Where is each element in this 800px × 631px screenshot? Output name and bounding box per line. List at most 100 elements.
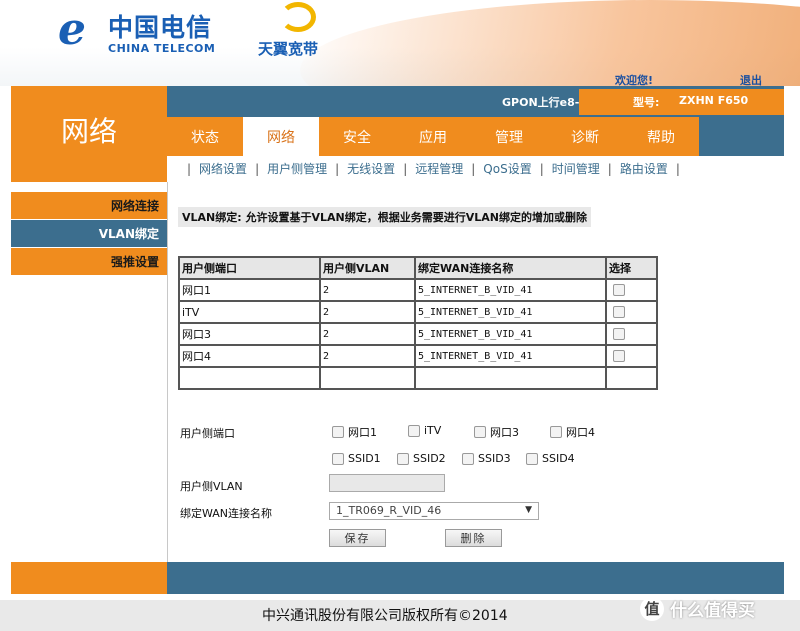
gpon-label: GPON上行e8-C [502, 96, 588, 109]
port-checkbox-lan1[interactable]: 网口1 [332, 424, 377, 440]
dropdown-arrow-icon: ▼ [525, 505, 532, 515]
column-header: 用户侧端口 [178, 256, 321, 280]
checkbox[interactable] [332, 452, 344, 465]
checkbox[interactable] [397, 452, 409, 465]
page-title: VLAN绑定: 允许设置基于VLAN绑定，根据业务需要进行VLAN绑定的增加或删… [178, 207, 591, 227]
sidebar-item-network-connection[interactable]: 网络连接 [11, 192, 167, 219]
model-value: ZXHN F650 [679, 94, 749, 107]
subnav-separator: | [187, 161, 192, 176]
watermark: 值 什么值得买 [640, 596, 755, 621]
cell-port: 网口4 [178, 344, 321, 368]
ssid-checkbox-4[interactable]: SSID4 [526, 452, 575, 465]
sidebar-item-vlan-binding[interactable]: VLAN绑定 [11, 220, 167, 247]
save-button[interactable]: 保存 [329, 529, 386, 547]
subnav-remote-management[interactable]: 远程管理 [415, 160, 463, 177]
tab-network[interactable]: 网络 [243, 117, 319, 156]
cell-port: iTV [178, 300, 321, 324]
logo-english-text: CHINA TELECOM [108, 42, 216, 55]
table-row-empty [178, 366, 658, 390]
subnav-separator: | [335, 161, 340, 176]
subnav-separator: | [539, 161, 544, 176]
subnav-separator: | [471, 161, 476, 176]
header-swoosh-decoration [300, 0, 800, 86]
checkbox-label: SSID2 [413, 452, 446, 465]
table-header-row: 用户侧端口 用户侧VLAN 绑定WAN连接名称 选择 [178, 256, 658, 280]
subnav-user-side-management[interactable]: 用户侧管理 [267, 160, 327, 177]
wan-connection-select[interactable]: 1_TR069_R_VID_46 ▼ [329, 502, 539, 520]
checkbox[interactable] [526, 452, 538, 465]
row-select-checkbox[interactable] [613, 284, 625, 296]
checkbox[interactable] [550, 426, 562, 438]
tab-status[interactable]: 状态 [167, 117, 243, 156]
ssid-checkbox-1[interactable]: SSID1 [332, 452, 381, 465]
cell-port: 网口3 [178, 322, 321, 346]
cell-vlan: 2 [319, 344, 416, 368]
column-header: 选择 [605, 256, 658, 280]
column-header: 用户侧VLAN [319, 256, 416, 280]
ssid-checkbox-2[interactable]: SSID2 [397, 452, 446, 465]
sidebar-item-force-push[interactable]: 强推设置 [11, 248, 167, 275]
main-tabs: 状态 网络 安全 应用 管理 诊断 帮助 [167, 117, 784, 156]
checkbox-label: 网口4 [566, 426, 595, 439]
cell-vlan: 2 [319, 300, 416, 324]
cell-wan: 5_INTERNET_B_VID_41 [414, 278, 607, 302]
checkbox[interactable] [474, 426, 486, 438]
tab-help[interactable]: 帮助 [623, 117, 699, 156]
checkbox[interactable] [462, 452, 474, 465]
tab-diagnostics[interactable]: 诊断 [547, 117, 623, 156]
row-select-checkbox[interactable] [613, 328, 625, 340]
wan-selected-value: 1_TR069_R_VID_46 [336, 504, 442, 517]
tab-application[interactable]: 应用 [395, 117, 471, 156]
bottom-bar-right [167, 562, 784, 594]
empty-cell [605, 366, 658, 390]
subnav-separator: | [403, 161, 408, 176]
subnav-time-management[interactable]: 时间管理 [552, 160, 600, 177]
checkbox[interactable] [408, 424, 420, 437]
table-row: 网口3 2 5_INTERNET_B_VID_41 [178, 322, 658, 346]
cell-wan: 5_INTERNET_B_VID_41 [414, 322, 607, 346]
port-checkbox-lan4[interactable]: 网口4 [550, 424, 595, 440]
subnav-separator: | [607, 161, 612, 176]
empty-cell [319, 366, 416, 390]
checkbox[interactable] [332, 426, 344, 438]
user-vlan-label: 用户侧VLAN [180, 480, 243, 493]
subnav-qos-settings[interactable]: QoS设置 [483, 160, 531, 177]
logout-link[interactable]: 退出 [740, 72, 762, 86]
user-port-label: 用户侧端口 [180, 427, 235, 440]
telecom-e-icon: e [58, 4, 86, 55]
checkbox-label: SSID1 [348, 452, 381, 465]
subnav-wireless-settings[interactable]: 无线设置 [347, 160, 395, 177]
watermark-icon: 值 [640, 596, 664, 621]
empty-cell [414, 366, 607, 390]
row-select-checkbox[interactable] [613, 306, 625, 318]
tab-security[interactable]: 安全 [319, 117, 395, 156]
cell-vlan: 2 [319, 278, 416, 302]
subnav-separator: | [675, 161, 680, 176]
bottom-bar-left [11, 562, 167, 594]
port-checkbox-lan3[interactable]: 网口3 [474, 424, 519, 440]
logo-chinese-text: 中国电信 [108, 13, 213, 42]
subnav-network-settings[interactable]: 网络设置 [199, 160, 247, 177]
cell-vlan: 2 [319, 322, 416, 346]
ssid-checkbox-3[interactable]: SSID3 [462, 452, 511, 465]
tianyi-swirl-icon [280, 2, 316, 32]
header: e 中国电信 CHINA TELECOM 天翼宽带 欢迎您! 退出 [0, 0, 800, 86]
cell-wan: 5_INTERNET_B_VID_41 [414, 344, 607, 368]
welcome-text: 欢迎您! [615, 74, 654, 86]
port-checkbox-itv[interactable]: iTV [408, 424, 441, 437]
table-row: 网口1 2 5_INTERNET_B_VID_41 [178, 278, 658, 302]
subnav-route-settings[interactable]: 路由设置 [620, 160, 668, 177]
user-vlan-input[interactable] [329, 474, 445, 492]
empty-cell [178, 366, 321, 390]
tab-management[interactable]: 管理 [471, 117, 547, 156]
delete-button[interactable]: 删除 [445, 529, 502, 547]
sub-navigation: | 网络设置 | 用户侧管理 | 无线设置 | 远程管理 | QoS设置 | 时… [167, 156, 784, 182]
tianyi-brand-text: 天翼宽带 [258, 40, 319, 58]
row-select-checkbox[interactable] [613, 350, 625, 362]
checkbox-label: SSID4 [542, 452, 575, 465]
checkbox-label: iTV [424, 424, 442, 437]
column-header: 绑定WAN连接名称 [414, 256, 607, 280]
table-row: iTV 2 5_INTERNET_B_VID_41 [178, 300, 658, 324]
wan-connection-label: 绑定WAN连接名称 [180, 507, 273, 520]
china-telecom-logo: e 中国电信 CHINA TELECOM [58, 6, 228, 58]
